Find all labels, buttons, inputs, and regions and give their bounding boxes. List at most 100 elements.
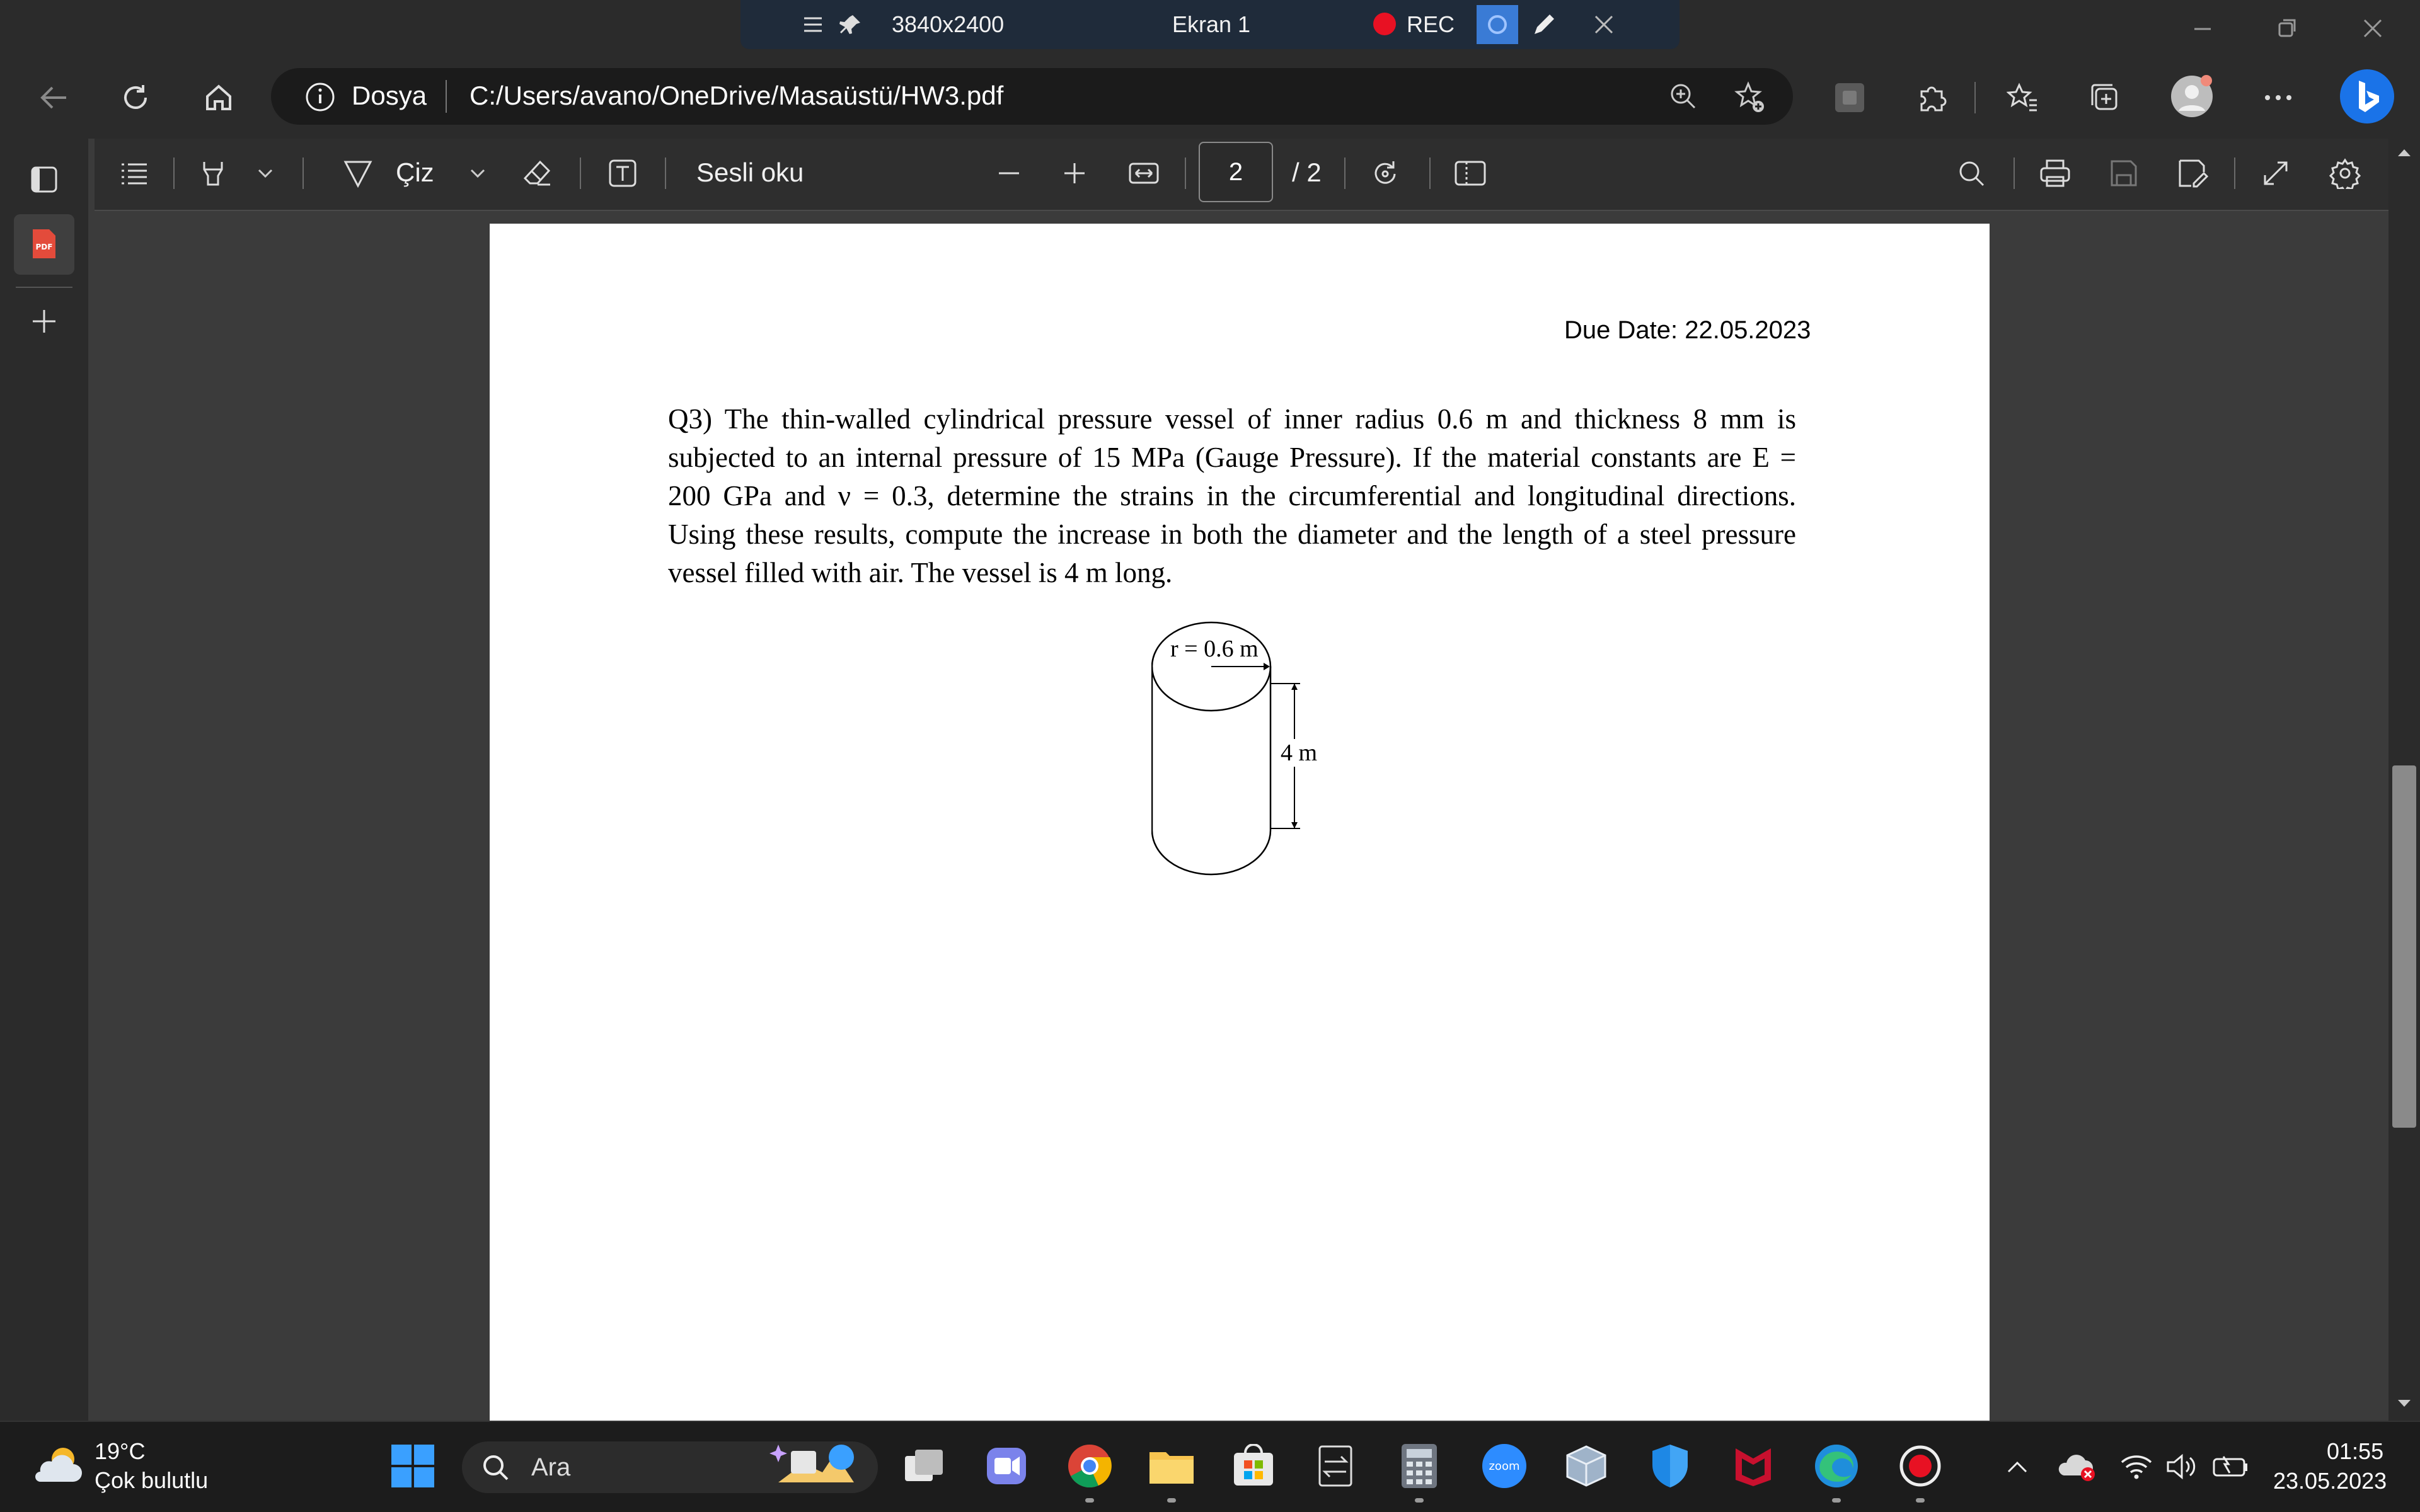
wifi-icon[interactable]: [2118, 1448, 2155, 1486]
weather-icon[interactable]: [28, 1440, 85, 1490]
weather-temperature[interactable]: 19°C: [95, 1438, 145, 1465]
extensions-icon[interactable]: [1910, 76, 1954, 120]
draw-icon[interactable]: [337, 154, 379, 192]
clock-date[interactable]: 23.05.2023: [2273, 1468, 2387, 1494]
calculator-icon[interactable]: [1393, 1440, 1446, 1492]
collections-icon[interactable]: [2083, 76, 2127, 120]
window-close-icon[interactable]: [2351, 13, 2395, 44]
rec-label[interactable]: REC: [1407, 11, 1455, 38]
toolbar-separator: [1344, 158, 1345, 189]
page-number-input[interactable]: 2: [1199, 142, 1273, 202]
toolbar-separator: [580, 158, 581, 189]
mcafee-icon[interactable]: [1727, 1440, 1780, 1492]
running-indicator: [1167, 1498, 1176, 1503]
search-icon[interactable]: [1950, 154, 1992, 192]
record-dot-icon: [1371, 10, 1398, 38]
recording-screen-name[interactable]: Ekran 1: [1172, 11, 1250, 38]
due-date: Due Date: 22.05.2023: [1564, 316, 1811, 344]
running-indicator: [1415, 1498, 1424, 1503]
scroll-down-icon[interactable]: [2392, 1391, 2417, 1416]
windows-start-icon[interactable]: [386, 1440, 439, 1492]
pen-icon[interactable]: [1525, 9, 1563, 40]
question-line: 200 GPa and ν = 0.3, determine the strai…: [668, 480, 1796, 512]
highlight-icon[interactable]: [192, 154, 234, 192]
toolbar-separator: [1974, 82, 1976, 113]
restore-icon[interactable]: [2266, 13, 2310, 44]
toolbar-separator: [2014, 158, 2015, 189]
virtualbox-icon[interactable]: [1560, 1440, 1613, 1492]
table-of-contents-icon[interactable]: [113, 154, 155, 192]
menu-icon[interactable]: [797, 9, 829, 40]
pdf-page: Due Date: 22.05.2023 Q3) The thin-walled…: [490, 224, 1990, 1421]
zoom-in-page-icon[interactable]: [1054, 154, 1095, 192]
zoom-app-icon[interactable]: zoom: [1478, 1440, 1531, 1492]
add-text-icon[interactable]: [602, 154, 643, 192]
eraser-icon[interactable]: [517, 154, 558, 192]
taskbar-search-icon: [477, 1449, 515, 1487]
draw-dropdown-icon[interactable]: [463, 161, 492, 186]
svg-text:PDF: PDF: [36, 243, 53, 251]
toolbar-separator: [665, 158, 666, 189]
chrome-icon[interactable]: [1063, 1440, 1116, 1492]
read-aloud-label[interactable]: Sesli oku: [696, 158, 804, 188]
home-icon[interactable]: [197, 76, 241, 120]
task-view-icon[interactable]: [898, 1440, 951, 1492]
teams-chat-icon[interactable]: [980, 1440, 1033, 1492]
radius-label: r = 0.6 m: [1170, 636, 1259, 662]
clock-time[interactable]: 01:55: [2327, 1438, 2383, 1465]
back-icon[interactable]: [32, 76, 76, 120]
profile-avatar[interactable]: [2167, 71, 2217, 122]
print-icon[interactable]: [2034, 154, 2076, 192]
screen-recorder-icon[interactable]: [1894, 1440, 1947, 1492]
toolbar-separator: [2234, 158, 2235, 189]
scroll-up-icon[interactable]: [2392, 140, 2417, 165]
toolbar-separator: [1185, 158, 1186, 189]
fullscreen-icon[interactable]: [2255, 154, 2296, 192]
microsoft-store-icon[interactable]: [1227, 1440, 1280, 1492]
weather-description[interactable]: Çok bulutlu: [95, 1467, 208, 1494]
info-icon[interactable]: [304, 81, 337, 113]
camera-icon[interactable]: [1477, 5, 1518, 44]
save-icon[interactable]: [2103, 154, 2145, 192]
show-hidden-icons-icon[interactable]: [2000, 1449, 2035, 1484]
bing-icon[interactable]: [2337, 66, 2397, 127]
file-explorer-icon[interactable]: [1145, 1440, 1198, 1492]
windows-security-icon[interactable]: [1644, 1440, 1697, 1492]
extension-square-icon[interactable]: [1828, 76, 1872, 120]
zoom-in-icon[interactable]: [1664, 77, 1702, 115]
zoom-out-icon[interactable]: [988, 154, 1030, 192]
question-line: Q3) The thin-walled cylindrical pressure…: [668, 403, 1796, 435]
scrollbar-thumb[interactable]: [2392, 765, 2416, 1128]
battery-icon[interactable]: [2209, 1448, 2253, 1486]
volume-icon[interactable]: [2163, 1448, 2201, 1486]
pin-icon[interactable]: [835, 9, 867, 40]
pdf-icon: PDF: [28, 228, 60, 260]
running-indicator: [1916, 1498, 1925, 1503]
address-url[interactable]: C:/Users/avano/OneDrive/Masaüstü/HW3.pdf: [470, 81, 1003, 111]
favorites-icon[interactable]: [2001, 76, 2045, 120]
save-as-icon[interactable]: [2172, 154, 2214, 192]
sidebar-divider: [16, 287, 72, 288]
minimize-icon[interactable]: [2181, 13, 2225, 44]
draw-label[interactable]: Çiz: [396, 158, 434, 188]
rotate-icon[interactable]: [1364, 154, 1406, 192]
add-favorite-icon[interactable]: [1730, 77, 1771, 118]
question-line: subjected to an internal pressure of 15 …: [668, 442, 1796, 473]
onedrive-error-icon[interactable]: [2056, 1448, 2100, 1486]
edge-icon[interactable]: [1810, 1440, 1863, 1492]
page-view-icon[interactable]: [1449, 154, 1491, 192]
site-info-label[interactable]: Dosya: [352, 81, 427, 111]
fit-width-icon[interactable]: [1123, 154, 1165, 192]
tab-actions-icon[interactable]: [22, 158, 66, 202]
highlight-dropdown-icon[interactable]: [251, 161, 280, 186]
close-icon[interactable]: [1588, 9, 1620, 40]
transfer-app-icon[interactable]: [1309, 1440, 1362, 1492]
more-options-icon[interactable]: [2256, 76, 2300, 120]
settings-gear-icon[interactable]: [2324, 154, 2366, 192]
page-number-value: 2: [1228, 158, 1243, 186]
address-separator: [446, 80, 447, 113]
new-tab-icon[interactable]: [22, 299, 66, 343]
refresh-icon[interactable]: [113, 76, 158, 120]
zoom-label: zoom: [1489, 1459, 1520, 1473]
taskbar-search-label: Ara: [531, 1453, 571, 1481]
